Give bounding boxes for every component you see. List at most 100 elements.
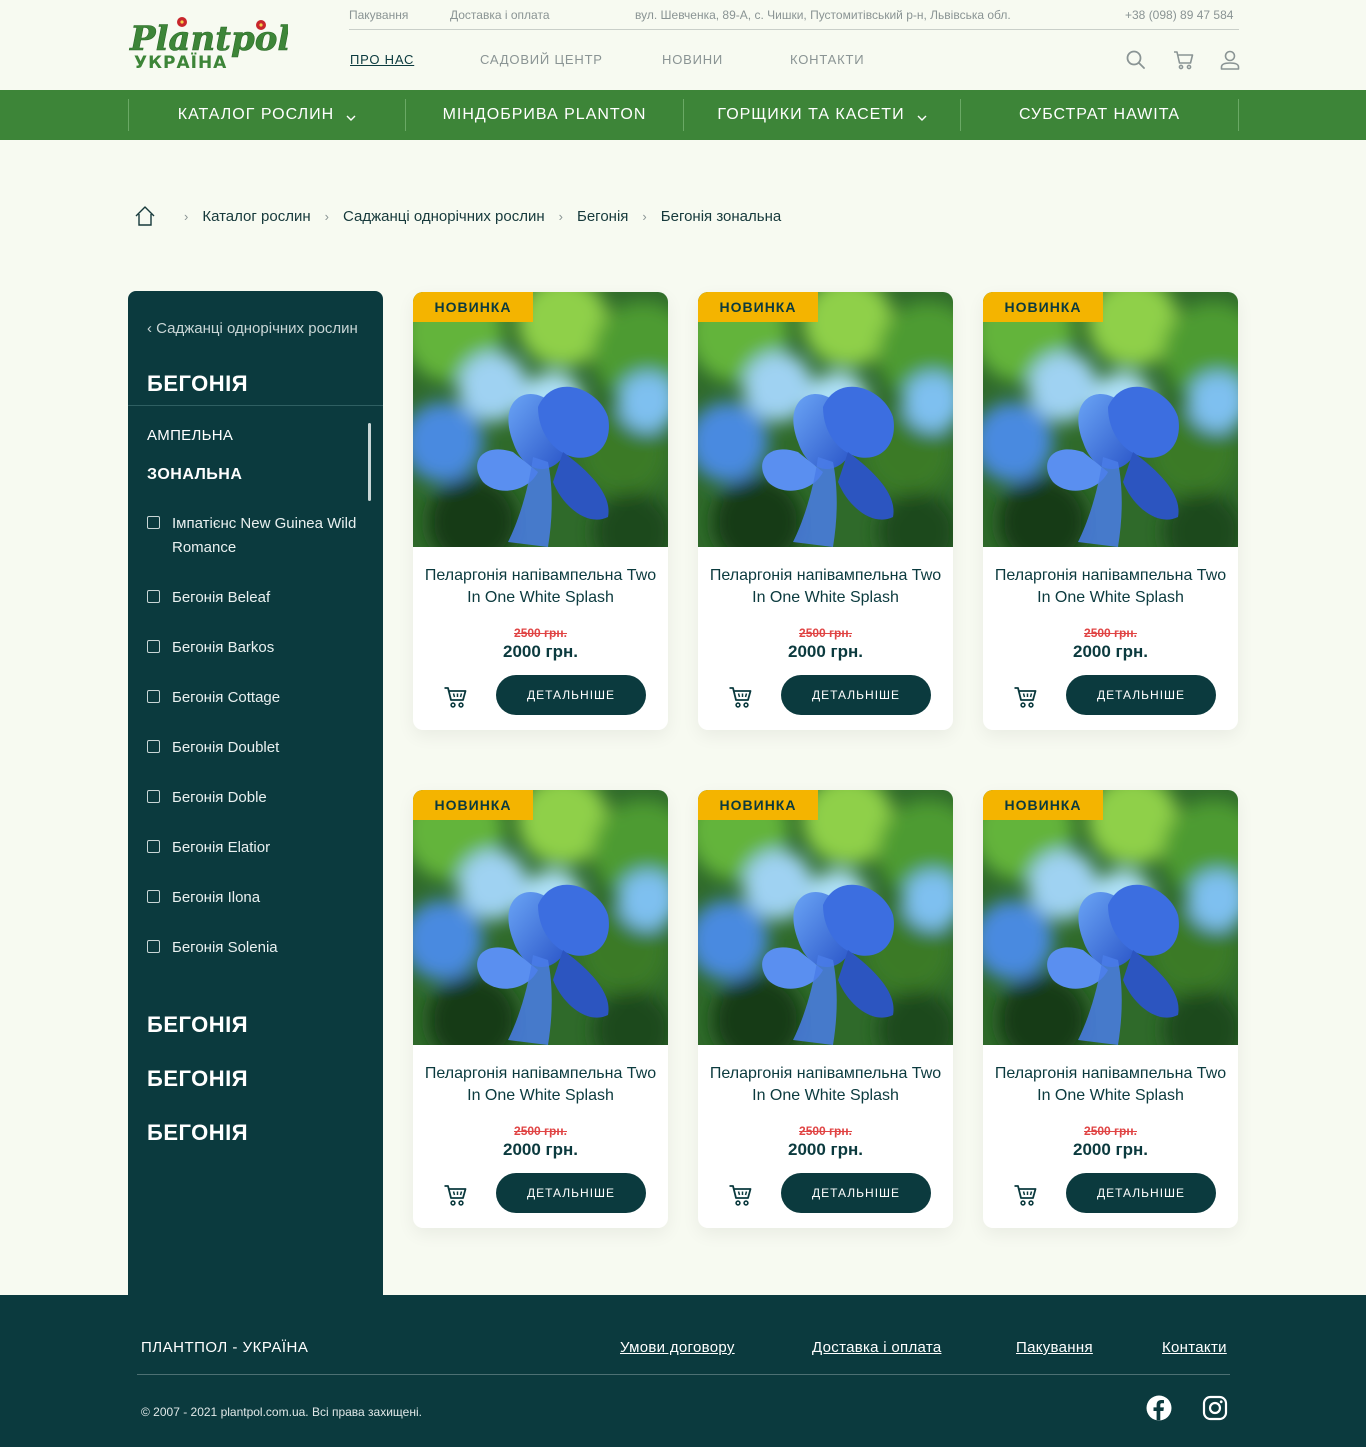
topbar-delivery-link[interactable]: Доставка і оплата [450,8,550,22]
product-name[interactable]: Пеларгонія напівампельна Two In One Whit… [993,565,1228,609]
details-button[interactable]: ДЕТАЛЬНІШЕ [1066,1173,1216,1213]
add-to-cart-icon[interactable] [728,1183,754,1207]
footer-brand: ПЛАНТПОЛ - УКРАЇНА [141,1339,309,1356]
new-badge: НОВИНКА [983,292,1103,322]
details-button[interactable]: ДЕТАЛЬНІШЕ [496,1173,646,1213]
add-to-cart-icon[interactable] [1013,1183,1039,1207]
product-name[interactable]: Пеларгонія напівампельна Two In One Whit… [423,1063,658,1107]
filter-checkbox[interactable]: Бегонія Doble [147,786,372,810]
product-name[interactable]: Пеларгонія напівампельна Two In One Whit… [708,565,943,609]
checkbox-box[interactable] [147,590,160,603]
product-card[interactable]: НОВИНКА Пеларгонія напівампельна Two In O… [698,292,953,730]
product-image[interactable] [413,790,668,1045]
instagram-icon[interactable] [1202,1395,1228,1421]
sidebar-group[interactable]: БЕГОНІЯ [147,1066,248,1092]
nav-news[interactable]: НОВИНИ [662,52,723,67]
details-button[interactable]: ДЕТАЛЬНІШЕ [496,675,646,715]
add-to-cart-icon[interactable] [443,685,469,709]
topbar-phone[interactable]: +38 (098) 89 47 584 [1125,8,1233,22]
filter-checkbox[interactable]: Бегонія Beleaf [147,586,372,610]
nav-pots-label: ГОРЩИКИ ТА КАСЕТИ [717,106,905,123]
search-icon[interactable] [1124,48,1148,72]
old-price: 2500 грн. [514,1124,567,1138]
old-price: 2500 грн. [799,626,852,640]
new-badge: НОВИНКА [413,790,533,820]
details-button[interactable]: ДЕТАЛЬНІШЕ [781,675,931,715]
filter-label: Бегонія Elatior [172,839,271,856]
filter-checkbox[interactable]: Бегонія Ilona [147,886,372,910]
footer-terms-link[interactable]: Умови договору [620,1339,735,1356]
breadcrumb-separator: › [642,208,647,224]
breadcrumb-item[interactable]: Бегонія [577,208,628,225]
filter-checkbox[interactable]: Імпатієнс New Guinea Wild Romance [147,512,372,560]
product-image[interactable] [413,292,668,547]
checkbox-box[interactable] [147,640,160,653]
footer-divider [137,1374,1230,1375]
product-name[interactable]: Пеларгонія напівампельна Two In One Whit… [708,1063,943,1107]
plantpol-logo[interactable]: Plantpol УКРАЇНА [128,14,288,72]
checkbox-box[interactable] [147,890,160,903]
user-icon[interactable] [1218,48,1242,72]
product-image[interactable] [983,292,1238,547]
product-card[interactable]: НОВИНКА Пеларгонія напівампельна Two In O… [698,790,953,1228]
old-price: 2500 грн. [1084,1124,1137,1138]
sidebar-sub-zonalna[interactable]: ЗОНАЛЬНА [147,466,242,484]
old-price: 2500 грн. [514,626,567,640]
product-name[interactable]: Пеларгонія напівампельна Two In One Whit… [993,1063,1228,1107]
sidebar-title: БЕГОНІЯ [147,371,249,396]
add-to-cart-icon[interactable] [728,685,754,709]
breadcrumb-current: Бегонія зональна [660,207,782,225]
product-card[interactable]: НОВИНКА Пеларгонія напівампельна Two In O… [413,790,668,1228]
breadcrumb-item[interactable]: Саджанці однорічних рослин [343,208,545,225]
details-button[interactable]: ДЕТАЛЬНІШЕ [781,1173,931,1213]
breadcrumb-item[interactable]: Каталог рослин [202,208,310,225]
topbar-address: вул. Шевченка, 89-А, с. Чишки, Пустомиті… [635,8,1011,22]
nav-pots[interactable]: ГОРЩИКИ ТА КАСЕТИ [684,90,960,140]
add-to-cart-icon[interactable] [443,1183,469,1207]
product-card[interactable]: НОВИНКА Пеларгонія напівампельна Two In O… [413,292,668,730]
filter-checkbox[interactable]: Бегонія Solenia [147,936,372,960]
checkbox-box[interactable] [147,840,160,853]
sidebar-scrollbar[interactable] [368,423,371,501]
footer-packaging-link[interactable]: Пакування [1016,1339,1093,1356]
sidebar-group[interactable]: БЕГОНІЯ [147,1120,248,1146]
nav-contacts[interactable]: КОНТАКТИ [790,52,864,67]
checkbox-box[interactable] [147,516,160,529]
checkbox-box[interactable] [147,790,160,803]
footer-delivery-link[interactable]: Доставка і оплата [812,1339,941,1356]
nav-divider [1238,99,1239,131]
checkbox-box[interactable] [147,740,160,753]
product-image[interactable] [698,292,953,547]
facebook-icon[interactable] [1146,1395,1172,1421]
nav-substrate[interactable]: СУБСТРАТ HAWITA [961,90,1238,140]
product-image[interactable] [698,790,953,1045]
nav-plant-catalog[interactable]: КАТАЛОГ РОСЛИН [129,90,405,140]
product-card[interactable]: НОВИНКА Пеларгонія напівампельна Two In O… [983,292,1238,730]
home-icon[interactable] [134,205,156,227]
add-to-cart-icon[interactable] [1013,685,1039,709]
nav-garden-center[interactable]: САДОВИЙ ЦЕНТР [480,52,603,67]
nav-plant-catalog-label: КАТАЛОГ РОСЛИН [177,106,335,123]
product-card[interactable]: НОВИНКА Пеларгонія напівампельна Two In O… [983,790,1238,1228]
filter-checkbox[interactable]: Бегонія Barkos [147,636,372,660]
sidebar-sub-ampelna[interactable]: АМПЕЛЬНА [147,427,233,444]
product-image[interactable] [983,790,1238,1045]
catalog-nav-bar: КАТАЛОГ РОСЛИН МІНДОБРИВА PLANTON ГОРЩИК… [0,90,1366,140]
filter-checkbox[interactable]: Бегонія Elatior [147,836,372,860]
old-price: 2500 грн. [799,1124,852,1138]
checkbox-box[interactable] [147,940,160,953]
sidebar-group[interactable]: БЕГОНІЯ [147,1012,248,1038]
nav-about[interactable]: ПРО НАС [350,52,414,67]
checkbox-box[interactable] [147,690,160,703]
details-button[interactable]: ДЕТАЛЬНІШЕ [1066,675,1216,715]
filter-checkbox[interactable]: Бегонія Cottage [147,686,372,710]
footer-contacts-link[interactable]: Контакти [1162,1339,1227,1356]
topbar-packaging-link[interactable]: Пакування [349,8,408,22]
filter-label: Бегонія Doble [172,789,267,806]
cart-icon[interactable] [1172,48,1196,72]
product-name[interactable]: Пеларгонія напівампельна Two In One Whit… [423,565,658,609]
svg-text:УКРАЇНА: УКРАЇНА [134,51,227,72]
filter-checkbox[interactable]: Бегонія Doublet [147,736,372,760]
nav-fertilizers[interactable]: МІНДОБРИВА PLANTON [406,90,683,140]
sidebar-back-link[interactable]: ‹ Саджанці однорічних рослин [147,320,358,337]
